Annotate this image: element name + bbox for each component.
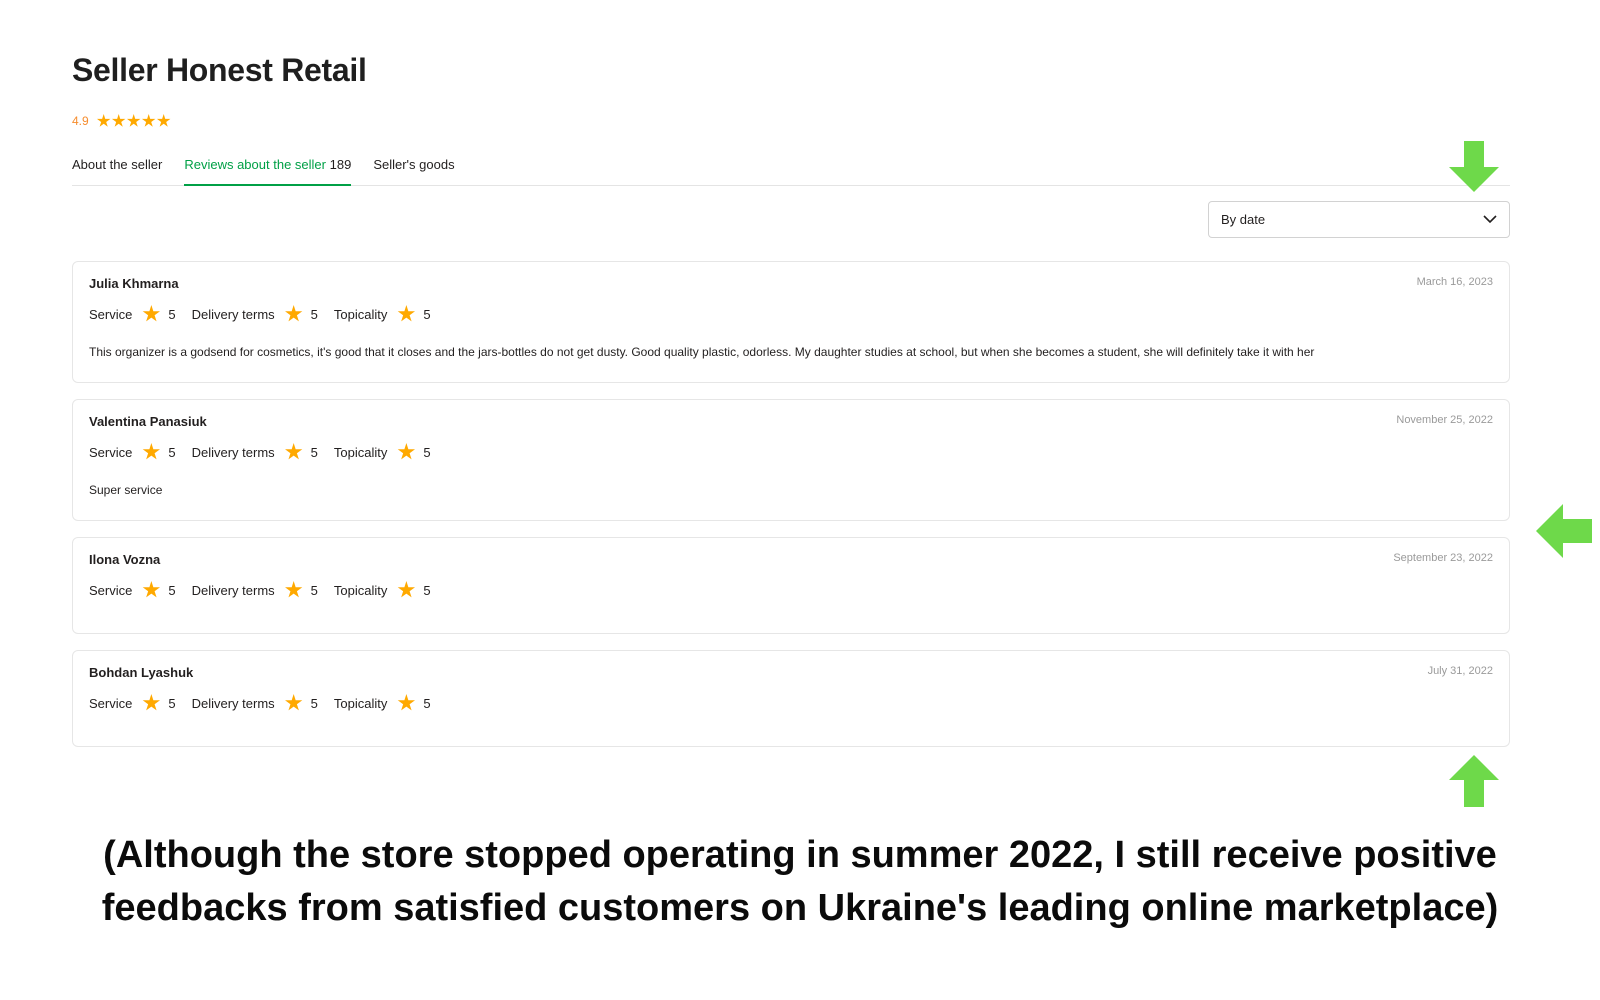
star-icon: [397, 305, 416, 322]
review-card: Valentina Panasiuk November 25, 2022 Ser…: [72, 399, 1510, 521]
topicality-score: Topicality 5: [333, 581, 431, 598]
seller-tabs: About the seller Reviews about the selle…: [72, 152, 1510, 186]
star-icon: [285, 581, 303, 598]
chevron-down-icon: [1483, 215, 1497, 224]
review-scores: Service 5 Delivery terms 5 Topicality 5: [89, 443, 1493, 461]
caption-line-2: feedbacks from satisfied customers on Uk…: [101, 887, 1499, 929]
reviewer-name: Julia Khmarna: [89, 276, 179, 291]
star-icon: [142, 694, 160, 711]
tab-reviews[interactable]: Reviews about the seller 189: [184, 152, 352, 186]
review-scores: Service 5 Delivery terms 5 Topicality 5: [89, 305, 1493, 323]
star-icon: [397, 581, 416, 598]
review-text: This organizer is a godsend for cosmetic…: [89, 345, 1315, 359]
topicality-score: Topicality 5: [333, 305, 431, 322]
star-icon: [397, 694, 416, 711]
review-scores: Service 5 Delivery terms 5 Topicality 5: [89, 581, 1493, 599]
sort-dropdown[interactable]: By date: [1208, 201, 1510, 238]
reviews-count: 189: [329, 157, 352, 172]
delivery-score: Delivery terms 5: [191, 305, 318, 322]
rating-stars: [96, 114, 171, 128]
topicality-score: Topicality 5: [333, 443, 431, 460]
caption: (Although the store stopped operating in…: [0, 829, 1600, 935]
service-score: Service 5: [89, 305, 176, 322]
review-text: Super service: [89, 483, 163, 497]
tab-sellers-goods[interactable]: Seller's goods: [373, 152, 454, 186]
reviewer-name: Valentina Panasiuk: [89, 414, 207, 429]
review-card: Ilona Vozna September 23, 2022 Service 5 …: [72, 537, 1510, 634]
delivery-score: Delivery terms 5: [191, 581, 318, 598]
star-icon: [141, 114, 156, 127]
review-date: July 31, 2022: [1427, 665, 1493, 677]
page-title: Seller Honest Retail: [72, 52, 367, 88]
star-icon: [285, 305, 303, 322]
sort-selected-value: By date: [1221, 212, 1266, 227]
service-score: Service 5: [89, 443, 176, 460]
arrow-up-icon: [1449, 755, 1499, 807]
tab-reviews-label: Reviews about the seller: [184, 157, 326, 172]
reviewer-name: Ilona Vozna: [89, 552, 161, 567]
delivery-score: Delivery terms 5: [191, 694, 318, 711]
service-score: Service 5: [89, 694, 176, 711]
star-icon: [111, 114, 126, 127]
service-score: Service 5: [89, 581, 176, 598]
review-date: November 25, 2022: [1396, 414, 1493, 426]
star-icon: [285, 694, 303, 711]
star-icon: [285, 443, 303, 460]
arrow-left-icon: [1536, 504, 1592, 558]
delivery-score: Delivery terms 5: [191, 443, 318, 460]
review-scores: Service 5 Delivery terms 5 Topicality 5: [89, 694, 1493, 712]
review-card: Bohdan Lyashuk July 31, 2022 Service 5 De…: [72, 650, 1510, 747]
review-date: September 23, 2022: [1393, 552, 1493, 564]
star-icon: [142, 305, 160, 322]
reviewer-name: Bohdan Lyashuk: [89, 665, 194, 680]
arrow-down-icon: [1449, 141, 1499, 192]
star-icon: [96, 114, 111, 127]
star-icon: [156, 114, 171, 127]
star-icon: [397, 443, 416, 460]
topicality-score: Topicality 5: [333, 694, 431, 711]
star-icon: [126, 114, 141, 127]
review-date: March 16, 2023: [1416, 276, 1493, 288]
star-icon: [142, 443, 160, 460]
tab-about-seller[interactable]: About the seller: [72, 152, 162, 186]
star-icon: [142, 581, 160, 598]
seller-rating: 4.9: [72, 114, 171, 128]
rating-value: 4.9: [72, 114, 89, 128]
review-card: Julia Khmarna March 16, 2023 Service 5 De…: [72, 261, 1510, 383]
caption-line-1: (Although the store stopped operating in…: [103, 834, 1497, 876]
